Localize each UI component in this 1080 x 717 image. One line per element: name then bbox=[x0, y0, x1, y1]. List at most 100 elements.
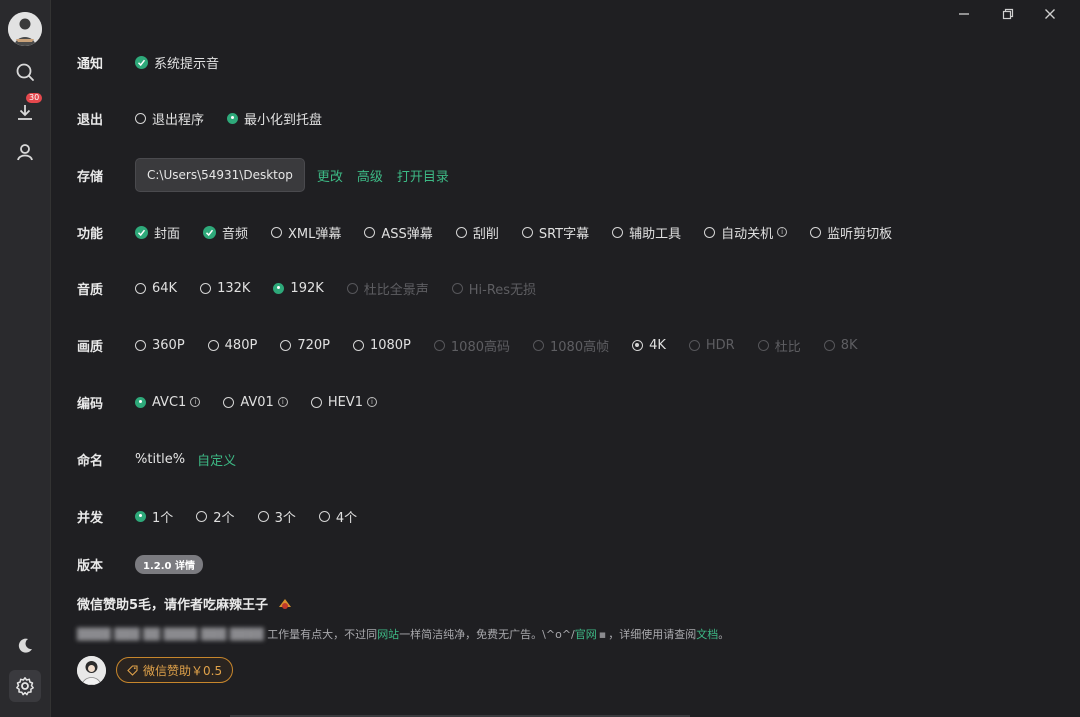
website-link[interactable]: 网站 bbox=[377, 628, 399, 641]
option-concurrency-1[interactable]: 1个 bbox=[135, 507, 173, 526]
info-icon[interactable]: i bbox=[777, 227, 788, 237]
option-1080p[interactable]: 1080P bbox=[352, 338, 411, 353]
option-720p[interactable]: 720P bbox=[280, 338, 330, 353]
wechat-donate-button[interactable]: 微信赞助￥0.5 bbox=[116, 657, 234, 683]
option-auto-shutdown[interactable]: 自动关机 i bbox=[704, 223, 788, 242]
radio-icon bbox=[364, 226, 376, 238]
concurrency-label: 并发 bbox=[77, 510, 104, 526]
download-icon[interactable]: 30 bbox=[9, 92, 44, 128]
radio-icon bbox=[688, 339, 700, 351]
storage-path-field[interactable]: C:\Users\54931\Desktop bbox=[135, 158, 305, 192]
radio-icon bbox=[318, 510, 330, 522]
radio-selected-icon bbox=[135, 396, 146, 408]
option-concurrency-3[interactable]: 3个 bbox=[257, 507, 296, 526]
option-scrape[interactable]: 刮削 bbox=[455, 223, 499, 242]
radio-icon bbox=[521, 226, 533, 238]
row-version: 版本 1.2.0 详情 bbox=[77, 553, 203, 575]
naming-label: 命名 bbox=[77, 453, 104, 469]
option-avc1[interactable]: AVC1 i bbox=[135, 395, 201, 410]
donate-title: 微信赞助5毛，请作者吃麻辣王子 bbox=[77, 594, 293, 615]
radio-icon bbox=[533, 339, 544, 351]
option-srt-subtitle[interactable]: SRT字幕 bbox=[521, 223, 589, 242]
radio-icon bbox=[612, 226, 624, 238]
row-exit: 退出 退出程序 最小化到托盘 bbox=[77, 107, 345, 129]
radio-icon bbox=[310, 396, 322, 408]
official-site-link[interactable]: 官网 bbox=[575, 628, 597, 641]
notify-label: 通知 bbox=[77, 56, 104, 72]
option-concurrency-2[interactable]: 2个 bbox=[196, 507, 235, 526]
version-label: 版本 bbox=[77, 558, 104, 574]
open-folder-link[interactable]: 打开目录 bbox=[397, 166, 449, 185]
option-exit-program[interactable]: 退出程序 bbox=[135, 109, 204, 128]
checkmark-icon bbox=[203, 225, 217, 239]
option-clipboard-monitor[interactable]: 监听剪切板 bbox=[810, 223, 892, 242]
radio-icon bbox=[196, 510, 208, 522]
naming-pattern: %title% bbox=[135, 451, 186, 467]
row-storage: 存储 C:\Users\54931\Desktop 更改 高级 打开目录 bbox=[77, 158, 463, 192]
radio-icon bbox=[455, 226, 467, 238]
option-system-sound[interactable]: 系统提示音 bbox=[135, 53, 219, 72]
row-audio-quality: 音质 64K 132K 192K 杜比全景声 Hi-Res无损 bbox=[77, 277, 559, 299]
option-xml-danmaku[interactable]: XML弹幕 bbox=[271, 223, 341, 242]
version-details-button[interactable]: 1.2.0 详情 bbox=[135, 554, 203, 574]
user-icon[interactable] bbox=[9, 136, 41, 168]
share-icon: ▪ bbox=[598, 628, 607, 641]
info-icon[interactable]: i bbox=[190, 397, 201, 407]
radio-icon bbox=[346, 282, 358, 294]
settings-gear-icon[interactable] bbox=[9, 670, 41, 702]
radio-icon bbox=[823, 339, 835, 351]
radio-icon bbox=[704, 226, 716, 238]
checkmark-icon bbox=[135, 55, 148, 69]
customize-naming-link[interactable]: 自定义 bbox=[197, 450, 236, 469]
info-icon[interactable]: i bbox=[366, 397, 377, 407]
radio-selected-icon bbox=[632, 339, 644, 351]
row-video-quality: 画质 360P 480P 720P 1080P 1080高码 1080高帧 4K… bbox=[77, 334, 881, 356]
option-4k[interactable]: 4K bbox=[632, 338, 666, 353]
option-av01[interactable]: AV01 i bbox=[223, 395, 288, 410]
radio-icon bbox=[200, 282, 212, 294]
dark-mode-moon-icon[interactable] bbox=[9, 630, 41, 662]
option-360p[interactable]: 360P bbox=[135, 338, 185, 353]
codec-label: 编码 bbox=[77, 396, 104, 412]
row-features: 功能 封面 音频 XML弹幕 ASS弹幕 刮削 SRT字幕 辅助工具 自动关机 i… bbox=[77, 221, 915, 243]
radio-selected-icon bbox=[135, 510, 146, 522]
info-icon[interactable]: i bbox=[277, 397, 288, 407]
radio-icon bbox=[207, 339, 219, 351]
radio-icon bbox=[271, 226, 283, 238]
settings-panel: 通知 系统提示音 退出 退出程序 最小化到托盘 存储 C:\Users\5493… bbox=[50, 0, 1080, 717]
option-dolby-atmos: 杜比全景声 bbox=[346, 279, 429, 298]
option-minimize-tray[interactable]: 最小化到托盘 bbox=[227, 109, 322, 128]
advanced-link[interactable]: 高级 bbox=[357, 166, 383, 185]
radio-icon bbox=[135, 112, 146, 124]
option-8k: 8K bbox=[823, 338, 858, 353]
row-codec: 编码 AVC1 i AV01 i HEV1 i bbox=[77, 391, 400, 413]
docs-link[interactable]: 文档 bbox=[696, 628, 718, 641]
radio-icon bbox=[352, 339, 364, 351]
exit-label: 退出 bbox=[77, 112, 104, 128]
radio-selected-icon bbox=[227, 112, 239, 124]
radio-icon bbox=[757, 339, 769, 351]
tag-icon bbox=[127, 664, 138, 676]
option-1080-high-framerate: 1080高帧 bbox=[533, 336, 609, 355]
video-quality-label: 画质 bbox=[77, 339, 104, 355]
option-cover[interactable]: 封面 bbox=[135, 223, 180, 242]
radio-icon bbox=[135, 282, 146, 294]
radio-icon bbox=[451, 282, 463, 294]
row-notify: 通知 系统提示音 bbox=[77, 51, 242, 73]
option-audio[interactable]: 音频 bbox=[203, 223, 248, 242]
option-concurrency-4[interactable]: 4个 bbox=[318, 507, 357, 526]
change-path-link[interactable]: 更改 bbox=[317, 166, 343, 185]
option-132k[interactable]: 132K bbox=[200, 281, 250, 296]
search-icon[interactable] bbox=[9, 56, 41, 88]
option-64k[interactable]: 64K bbox=[135, 281, 177, 296]
option-ass-danmaku[interactable]: ASS弹幕 bbox=[364, 223, 433, 242]
option-hev1[interactable]: HEV1 i bbox=[310, 395, 377, 410]
option-helper-tools[interactable]: 辅助工具 bbox=[612, 223, 681, 242]
donate-description: ████ ███ ██ ████ ███ ████ 工作量有点大，不过同网站一样… bbox=[77, 628, 730, 641]
option-480p[interactable]: 480P bbox=[207, 338, 257, 353]
option-192k[interactable]: 192K bbox=[273, 281, 324, 296]
blurred-text: ████ ███ ██ ████ ███ ████ bbox=[77, 628, 264, 641]
user-avatar[interactable] bbox=[8, 12, 42, 46]
radio-icon bbox=[135, 339, 146, 351]
option-1080-high-bitrate: 1080高码 bbox=[433, 336, 510, 355]
